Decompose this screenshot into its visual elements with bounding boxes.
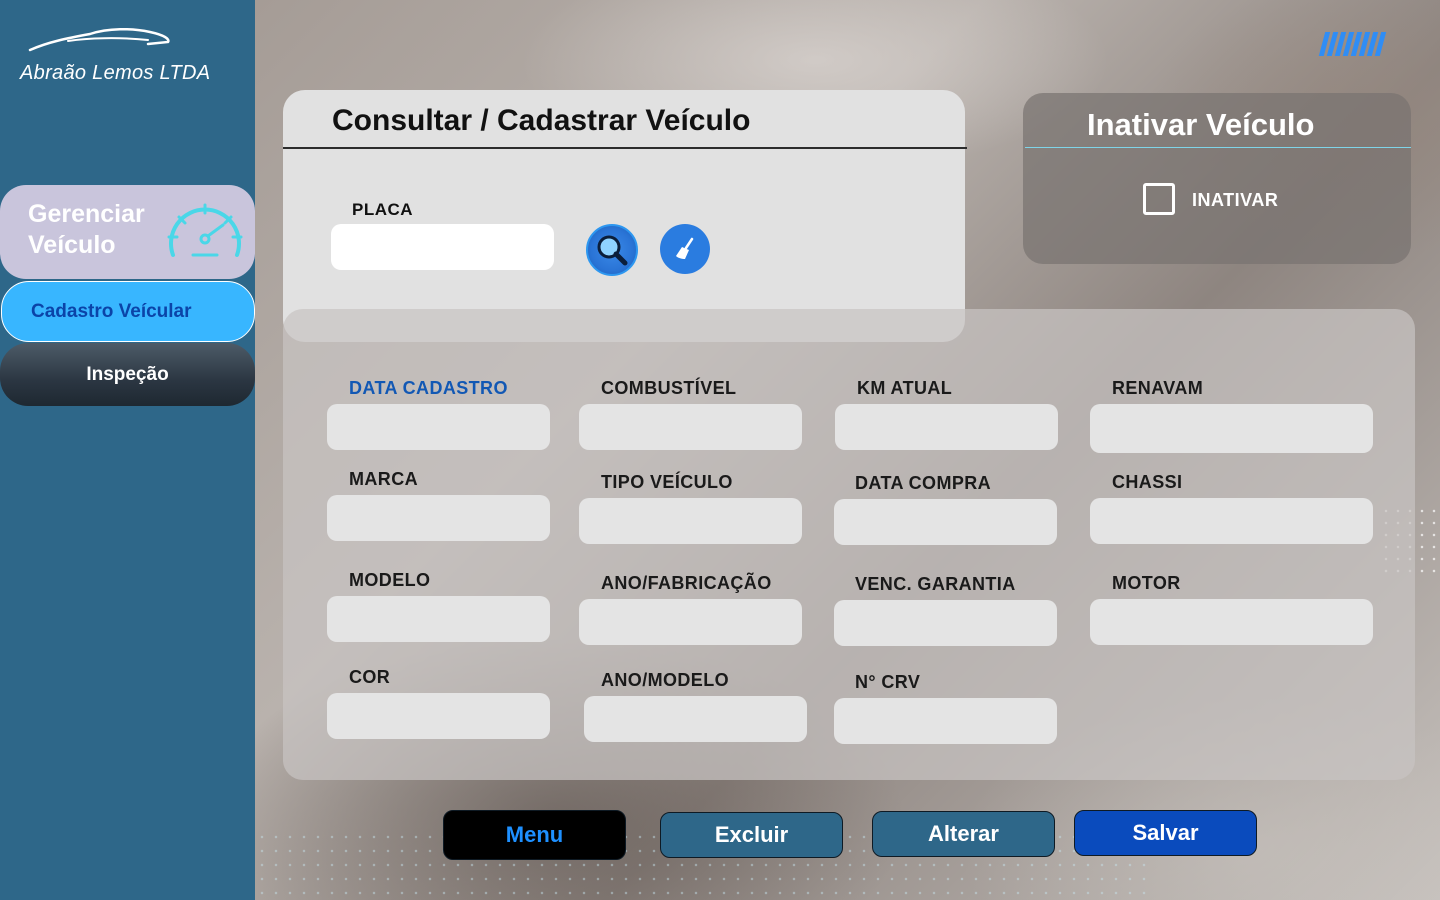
data-cadastro-label: DATA CADASTRO <box>349 378 508 398</box>
clear-button[interactable] <box>660 224 710 274</box>
tipo-veiculo-input[interactable] <box>579 498 802 544</box>
ano-fabricacao-input[interactable] <box>579 599 802 645</box>
ano-modelo-input[interactable] <box>584 696 807 742</box>
data-compra-label: DATA COMPRA <box>855 473 992 493</box>
sidebar-item-cadastro-veicular[interactable]: Cadastro Veícular <box>1 281 255 342</box>
delete-button[interactable]: Excluir <box>660 812 843 858</box>
placa-input[interactable] <box>331 224 554 270</box>
company-name: Abraão Lemos LTDA <box>20 62 211 84</box>
motor-label: MOTOR <box>1112 573 1181 593</box>
inactivate-checkbox[interactable] <box>1143 183 1175 215</box>
km-atual-label: KM ATUAL <box>857 378 953 398</box>
cor-label: COR <box>349 667 391 687</box>
search-icon <box>597 235 628 266</box>
tipo-veiculo-label: TIPO VEÍCULO <box>601 472 733 492</box>
manage-vehicle-label: Gerenciar Veículo <box>28 200 145 259</box>
marca-input[interactable] <box>327 495 550 541</box>
n-crv-input[interactable] <box>834 698 1057 744</box>
sidebar: Abraão Lemos LTDA Gerenciar Veículo Cada… <box>0 0 255 900</box>
modelo-input[interactable] <box>327 596 550 642</box>
divider <box>283 147 967 149</box>
manage-vehicle-section: Gerenciar Veículo <box>0 185 255 279</box>
consult-panel: Consultar / Cadastrar Veículo PLACA <box>283 90 967 342</box>
modelo-label: MODELO <box>349 570 431 590</box>
sidebar-item-inspecao[interactable]: Inspeção <box>0 343 255 406</box>
stripes-icon <box>1318 32 1387 56</box>
n-crv-label: N° CRV <box>855 672 921 692</box>
data-compra-input[interactable] <box>834 499 1057 545</box>
speedometer-icon <box>167 203 243 257</box>
km-atual-input[interactable] <box>835 404 1058 450</box>
car-outline-icon <box>28 28 170 52</box>
inactivate-panel: Inativar Veículo INATIVAR <box>1023 93 1411 264</box>
placa-label: PLACA <box>352 200 414 219</box>
broom-icon <box>676 237 694 259</box>
cor-input[interactable] <box>327 693 550 739</box>
divider <box>1025 147 1411 148</box>
save-button[interactable]: Salvar <box>1074 810 1257 856</box>
venc-garantia-input[interactable] <box>834 600 1057 646</box>
marca-label: MARCA <box>349 469 418 489</box>
data-cadastro-input[interactable] <box>327 404 550 450</box>
combustivel-label: COMBUSTÍVEL <box>601 378 737 398</box>
consult-title: Consultar / Cadastrar Veículo <box>332 104 751 137</box>
ano-modelo-label: ANO/MODELO <box>601 670 729 690</box>
edit-button[interactable]: Alterar <box>872 811 1055 857</box>
venc-garantia-label: VENC. GARANTIA <box>855 574 1016 594</box>
search-button[interactable] <box>586 224 638 276</box>
renavam-label: RENAVAM <box>1112 378 1204 398</box>
chassi-input[interactable] <box>1090 498 1373 544</box>
menu-button[interactable]: Menu <box>443 810 626 860</box>
combustivel-input[interactable] <box>579 404 802 450</box>
inactivate-title: Inativar Veículo <box>1087 107 1315 142</box>
motor-input[interactable] <box>1090 599 1373 645</box>
renavam-input[interactable] <box>1090 404 1373 453</box>
inactivate-label: INATIVAR <box>1192 190 1279 210</box>
chassi-label: CHASSI <box>1112 472 1183 492</box>
ano-fabricacao-label: ANO/FABRICAÇÃO <box>601 573 772 593</box>
